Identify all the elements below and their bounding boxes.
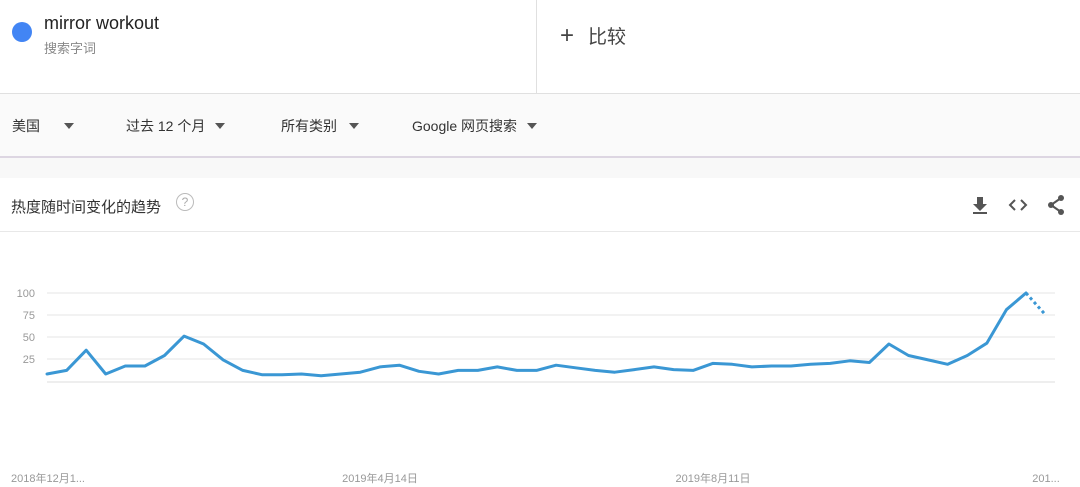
term-name: mirror workout: [44, 13, 160, 33]
category-dropdown[interactable]: 所有类别: [281, 116, 359, 136]
search-type-dropdown[interactable]: Google 网页搜索: [412, 116, 538, 136]
plus-icon: +: [560, 21, 575, 49]
term-divider: [536, 0, 537, 93]
y-tick-label: 75: [23, 310, 35, 322]
chevron-down-icon: [527, 123, 538, 129]
x-tick-label: 2019年8月11日: [675, 471, 750, 485]
y-tick-label: 100: [17, 288, 35, 300]
chevron-down-icon: [215, 123, 226, 129]
trend-chart: 25 50 75 100 2018年12月1... 2019年4月14日 2019年8月11…: [11, 288, 1060, 485]
region-label: 美国: [12, 118, 40, 134]
y-tick-label: 50: [23, 332, 35, 344]
chevron-down-icon: [64, 123, 74, 129]
series-line: [45, 291, 1028, 378]
compare-button[interactable]: + 比较: [560, 22, 626, 49]
search-term-card[interactable]: mirror workout 搜索字词: [0, 0, 536, 93]
series-line-partial: [1024, 292, 1047, 316]
filter-bar: 美国 过去 12 个月 所有类别 Google 网页搜索: [0, 94, 1080, 158]
chevron-down-icon: [349, 123, 359, 129]
time-range-label: 过去 12 个月: [126, 118, 206, 134]
search-type-label: Google 网页搜索: [412, 118, 518, 134]
compare-label: 比较: [588, 27, 627, 48]
search-term-bar: mirror workout 搜索字词 + 比较: [0, 0, 1080, 94]
term-type-label: 搜索字词: [44, 41, 97, 56]
x-tick-label: 201...: [1032, 473, 1060, 485]
time-range-dropdown[interactable]: 过去 12 个月: [126, 116, 226, 136]
region-dropdown[interactable]: 美国: [12, 116, 74, 136]
x-tick-label: 2019年4月14日: [342, 471, 418, 485]
term-color-dot: [12, 22, 32, 42]
category-label: 所有类别: [281, 118, 337, 134]
interest-over-time-card: 热度随时间变化的趋势 ? 25 50 75 100 2018年12月1... 20: [0, 178, 1080, 487]
x-tick-label: 2018年12月1...: [11, 471, 85, 485]
y-tick-label: 25: [23, 354, 35, 366]
